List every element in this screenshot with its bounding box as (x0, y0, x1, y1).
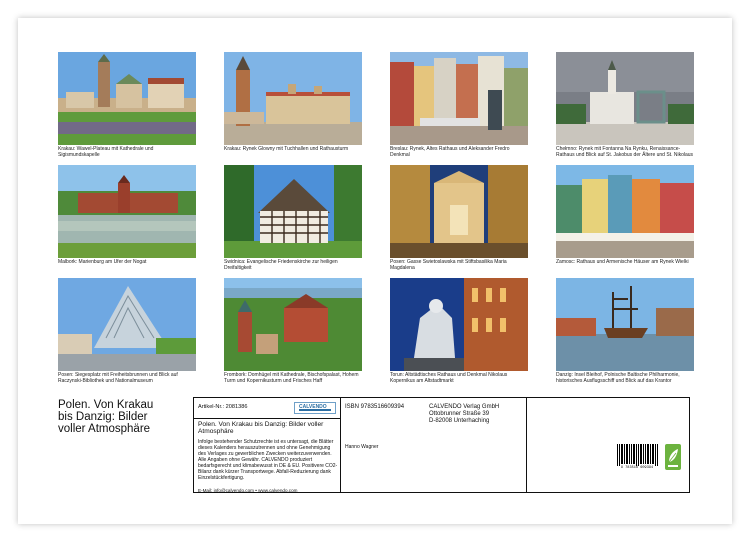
legal-notice: Infolge bestehender Schutzrechte ist es … (198, 439, 338, 481)
divider (526, 398, 527, 492)
cover-title: Polen. Von Krakau bis Danzig: Bilder vol… (58, 399, 154, 435)
photo-caption: Chełmno: Rynek mit Fontanna Na Rynku, Re… (556, 146, 694, 158)
imprint-box: Artikel-Nr.: 2081386 CALVENDO Polen. Von… (193, 397, 690, 493)
calvendo-logo: CALVENDO (294, 402, 336, 414)
publisher-line-2: Ottobrunner Straße 39 (429, 411, 490, 417)
photo-caption: Krakau: Wawel-Plateau mit Kathedrale und… (58, 146, 154, 158)
market-photo (390, 52, 528, 145)
statue-photo (390, 278, 528, 371)
fortress-photo (58, 165, 196, 258)
photo-caption: Posen: Siegesplatz mit Freiheitsbrunnen … (58, 372, 178, 384)
photo-cell-torun: Torun: Altstädtisches Rathaus und Denkma… (390, 278, 528, 386)
imprint-title: Polen. Von Krakau bis Danzig: Bilder vol… (198, 421, 324, 436)
photo-caption: Danzig: Insel Bleihof, Polnische Baltisc… (556, 372, 680, 384)
photo-cell-gdansk: Danzig: Insel Bleihof, Polnische Baltisc… (556, 278, 694, 386)
photo-cell-poznan-square: Posen: Siegesplatz mit Freiheitsbrunnen … (58, 278, 196, 386)
photo-cell-swidnica: Swidnica: Evangelische Friedenskirche zu… (224, 165, 362, 273)
photo-cell-wroclaw: Breslau: Rynek, Altes Rathaus und Aleksa… (390, 52, 528, 160)
photo-cell-krakow-wawel: Krakau: Wawel-Plateau mit Kathedrale und… (58, 52, 196, 160)
publisher-line-3: D-82008 Unterhaching (429, 418, 490, 424)
photo-cell-krakow-rynek: Krakau: Rynek Glowny mit Tuchhallen und … (224, 52, 362, 160)
cathedral-hill-photo (224, 278, 362, 371)
eco-leaf-icon (665, 444, 681, 470)
photo-caption: Zamosc: Rathaus und Armenische Häuser am… (556, 259, 689, 265)
photo-cell-chelmno: Chełmno: Rynek mit Fontanna Na Rynku, Re… (556, 52, 694, 160)
barcode: 9 783516 609394 (616, 444, 658, 472)
colorful-houses-photo (556, 165, 694, 258)
photo-caption: Swidnica: Evangelische Friedenskirche zu… (224, 259, 338, 271)
night-street-photo (390, 165, 528, 258)
townhall-photo (556, 52, 694, 145)
publisher-line-1: CALVENDO Verlag GmbH (429, 404, 500, 410)
author: Hanno Wagner (345, 444, 379, 450)
photo-cell-frombork: Frombork: Domhügel mit Kathedrale, Bisch… (224, 278, 362, 386)
isbn: ISBN 9783516609394 (345, 404, 405, 410)
divider (340, 398, 341, 492)
contact-line: E-Mail: info@calvendo.com • www.calvendo… (198, 488, 298, 493)
photo-caption: Malbork: Marienburg am Ufer der Nogat (58, 259, 147, 265)
photo-cell-zamosc: Zamosc: Rathaus und Armenische Häuser am… (556, 165, 694, 273)
square-photo (224, 52, 362, 145)
castle-photo (58, 52, 196, 145)
divider (194, 418, 340, 419)
calendar-back-sheet: Krakau: Wawel-Plateau mit Kathedrale und… (18, 18, 732, 524)
photo-caption: Torun: Altstädtisches Rathaus und Denkma… (390, 372, 508, 384)
church-photo (224, 165, 362, 258)
logo-bar (299, 409, 331, 411)
fountain-photo (58, 278, 196, 371)
harbor-photo (556, 278, 694, 371)
article-number: Artikel-Nr.: 2081386 (198, 404, 248, 410)
photo-caption: Krakau: Rynek Glowny mit Tuchhallen und … (224, 146, 349, 152)
photo-cell-malbork: Malbork: Marienburg am Ufer der Nogat (58, 165, 196, 273)
barcode-number: 9 783516 609394 (620, 466, 654, 470)
photo-caption: Frombork: Domhügel mit Kathedrale, Bisch… (224, 372, 359, 384)
photo-caption: Posen: Gasse Swietoslawska mit Stiftsbas… (390, 259, 507, 271)
barcode-icon (616, 444, 658, 466)
photo-cell-poznan-street: Posen: Gasse Swietoslawska mit Stiftsbas… (390, 165, 528, 273)
photo-caption: Breslau: Rynek, Altes Rathaus und Aleksa… (390, 146, 510, 158)
